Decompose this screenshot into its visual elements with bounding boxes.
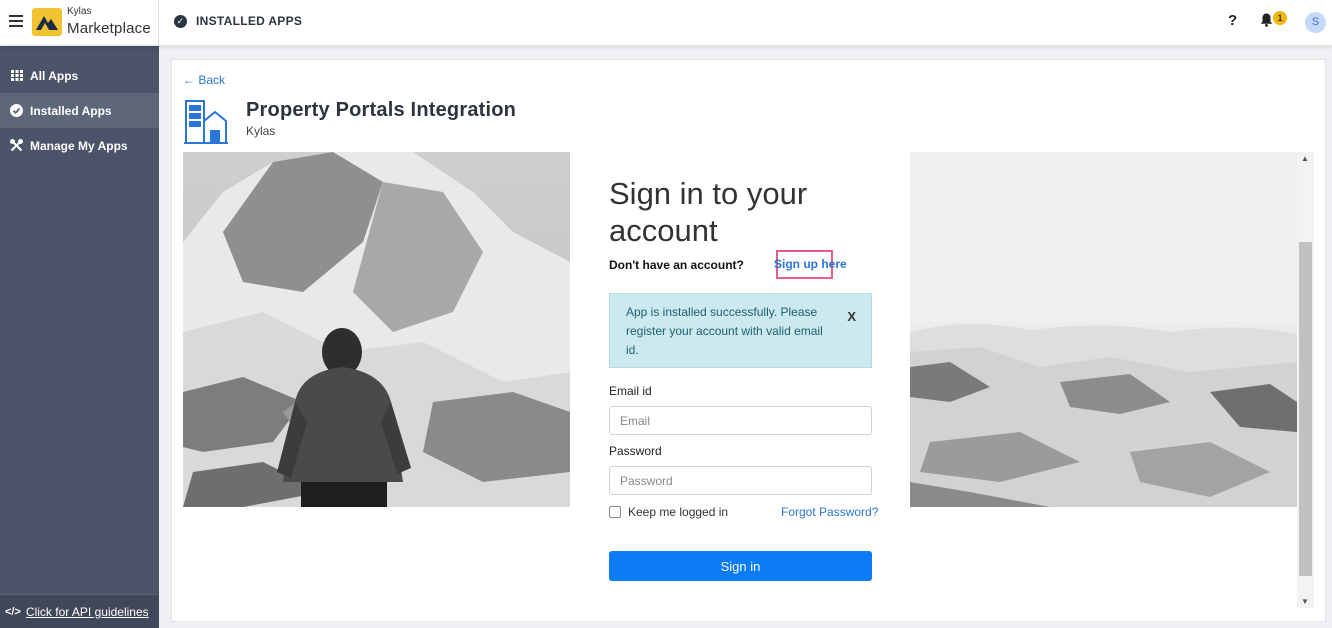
sidebar-item-label: Manage My Apps xyxy=(30,138,128,153)
scrollbar[interactable]: ▲ ▼ xyxy=(1297,152,1314,608)
code-icon: </> xyxy=(5,605,21,618)
signup-link[interactable]: Sign up here xyxy=(774,250,847,279)
sidebar-item-all-apps[interactable]: All Apps xyxy=(0,58,159,93)
user-avatar[interactable]: S xyxy=(1305,12,1326,33)
building-icon xyxy=(184,99,228,150)
sidebar-item-manage-my-apps[interactable]: Manage My Apps xyxy=(0,128,159,163)
signin-button[interactable]: Sign in xyxy=(609,551,872,581)
brand-area: Kylas Marketplace xyxy=(0,0,159,46)
kylas-logo-icon[interactable] xyxy=(32,8,62,36)
brand-product: Marketplace xyxy=(67,20,151,37)
hamburger-menu-icon[interactable] xyxy=(9,15,23,27)
bell-icon[interactable] xyxy=(1260,13,1273,32)
email-placeholder: Email xyxy=(620,413,651,428)
signin-title: Sign in to your account xyxy=(609,176,808,248)
email-field[interactable]: Email xyxy=(609,406,872,435)
app-name: Property Portals Integration xyxy=(246,99,517,121)
mountain-hiker-image xyxy=(183,152,570,507)
tools-icon xyxy=(10,139,23,152)
keep-logged-in-label: Keep me logged in xyxy=(628,505,729,519)
alert-message: App is installed successfully. Please re… xyxy=(626,305,823,357)
success-alert: App is installed successfully. Please re… xyxy=(609,293,872,368)
sidebar-item-label: Installed Apps xyxy=(30,103,112,118)
check-circle-icon: ✓ xyxy=(174,14,187,28)
scroll-up-arrow-icon[interactable]: ▲ xyxy=(1301,154,1309,163)
embedded-signin-frame: Sign in to your account Don't have an ac… xyxy=(183,152,1314,608)
app-vendor: Kylas xyxy=(246,124,276,138)
page-title: ✓ INSTALLED APPS xyxy=(174,14,302,28)
forgot-password-link[interactable]: Forgot Password? xyxy=(781,505,878,519)
notification-badge: 1 xyxy=(1273,11,1287,25)
password-placeholder: Password xyxy=(620,473,673,488)
scroll-down-arrow-icon[interactable]: ▼ xyxy=(1301,597,1309,606)
api-guidelines-footer: </> Click for API guidelines xyxy=(0,594,159,628)
sidebar-item-installed-apps[interactable]: Installed Apps xyxy=(0,93,159,128)
page-title-text: INSTALLED APPS xyxy=(196,14,303,28)
keep-logged-in-checkbox[interactable] xyxy=(609,506,621,518)
password-label: Password xyxy=(609,444,662,458)
sidebar-item-label: All Apps xyxy=(30,68,79,83)
password-field[interactable]: Password xyxy=(609,466,872,495)
scrollbar-thumb[interactable] xyxy=(1299,242,1312,576)
back-link[interactable]: ← Back xyxy=(183,73,225,87)
sidebar: All Apps Installed Apps Manage My Apps <… xyxy=(0,46,159,628)
mountain-clouds-image xyxy=(910,152,1297,507)
grid-icon xyxy=(10,69,23,82)
keep-logged-in[interactable]: Keep me logged in xyxy=(609,505,728,519)
no-account-text: Don't have an account? xyxy=(609,258,744,272)
check-circle-icon xyxy=(10,104,23,117)
api-guidelines-link[interactable]: Click for API guidelines xyxy=(26,605,149,619)
help-button[interactable]: ? xyxy=(1228,12,1237,29)
close-icon[interactable]: X xyxy=(847,307,856,326)
brand-company: Kylas xyxy=(67,6,92,17)
email-label: Email id xyxy=(609,384,652,398)
signup-link-text[interactable]: Sign up here xyxy=(774,257,847,271)
top-bar: Kylas Marketplace ✓ INSTALLED APPS ? 1 S xyxy=(0,0,1332,46)
